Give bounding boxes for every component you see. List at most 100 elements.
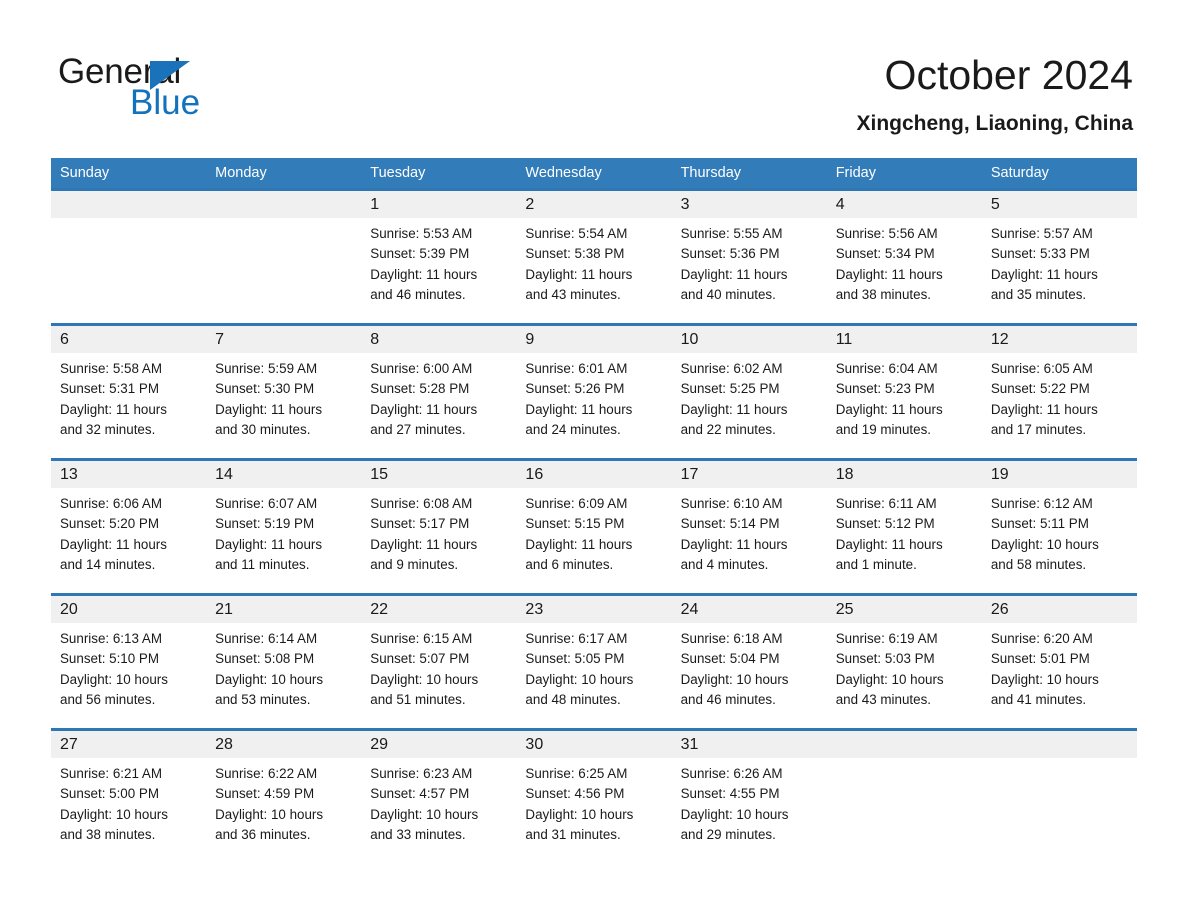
sunrise-line: Sunrise: 5:56 AM [835, 226, 938, 241]
day-cell[interactable] [826, 731, 982, 863]
day-details: Sunrise: 6:25 AM Sunset: 4:56 PM Dayligh… [516, 758, 671, 845]
day-cell[interactable]: 16 Sunrise: 6:09 AM Sunset: 5:15 PM Dayl… [516, 461, 672, 593]
daylight-line-2: and 38 minutes. [835, 286, 931, 302]
day-details: Sunrise: 6:02 AM Sunset: 5:25 PM Dayligh… [672, 353, 827, 440]
day-details: Sunrise: 6:06 AM Sunset: 5:20 PM Dayligh… [51, 488, 206, 575]
day-details: Sunrise: 6:01 AM Sunset: 5:26 PM Dayligh… [516, 353, 671, 440]
sunrise-line: Sunrise: 6:18 AM [680, 631, 783, 646]
sunrise-line: Sunrise: 5:59 AM [215, 361, 318, 376]
day-cell[interactable] [206, 191, 362, 323]
sunrise-line: Sunrise: 6:09 AM [525, 496, 628, 511]
day-details [827, 758, 982, 764]
daylight-line-1: Daylight: 11 hours [835, 266, 943, 282]
sunrise-line: Sunrise: 6:25 AM [525, 766, 628, 781]
day-cell[interactable]: 19 Sunrise: 6:12 AM Sunset: 5:11 PM Dayl… [981, 461, 1137, 593]
day-cell[interactable]: 21 Sunrise: 6:14 AM Sunset: 5:08 PM Dayl… [206, 596, 362, 728]
day-number: 15 [370, 466, 389, 483]
day-cell[interactable]: 12 Sunrise: 6:05 AM Sunset: 5:22 PM Dayl… [981, 326, 1137, 458]
daynum-band [361, 326, 517, 353]
sunrise-line: Sunrise: 6:05 AM [990, 361, 1093, 376]
day-details: Sunrise: 5:55 AM Sunset: 5:36 PM Dayligh… [672, 218, 827, 305]
daylight-line-1: Daylight: 11 hours [370, 266, 478, 282]
daynum-band [51, 191, 207, 218]
day-number: 25 [835, 601, 854, 618]
day-cell[interactable]: 20 Sunrise: 6:13 AM Sunset: 5:10 PM Dayl… [51, 596, 207, 728]
day-details: Sunrise: 6:23 AM Sunset: 4:57 PM Dayligh… [361, 758, 516, 845]
day-details: Sunrise: 6:04 AM Sunset: 5:23 PM Dayligh… [827, 353, 982, 440]
day-cell[interactable]: 4 Sunrise: 5:56 AM Sunset: 5:34 PM Dayli… [826, 191, 982, 323]
day-cell[interactable]: 17 Sunrise: 6:10 AM Sunset: 5:14 PM Dayl… [671, 461, 827, 593]
day-details: Sunrise: 6:00 AM Sunset: 5:28 PM Dayligh… [361, 353, 516, 440]
daylight-line-1: Daylight: 10 hours [680, 806, 789, 822]
sunrise-line: Sunrise: 6:26 AM [680, 766, 783, 781]
day-cell[interactable]: 9 Sunrise: 6:01 AM Sunset: 5:26 PM Dayli… [516, 326, 672, 458]
daylight-line-1: Daylight: 10 hours [835, 671, 944, 687]
daylight-line-1: Daylight: 11 hours [680, 266, 788, 282]
generalblue-logo[interactable]: General Blue [58, 52, 388, 138]
weekday-header-row: Sunday Monday Tuesday Wednesday Thursday… [51, 158, 1137, 188]
week-row: 20 Sunrise: 6:13 AM Sunset: 5:10 PM Dayl… [51, 593, 1137, 728]
day-cell[interactable]: 10 Sunrise: 6:02 AM Sunset: 5:25 PM Dayl… [671, 326, 827, 458]
day-cell[interactable]: 30 Sunrise: 6:25 AM Sunset: 4:56 PM Dayl… [516, 731, 672, 863]
day-cell[interactable]: 24 Sunrise: 6:18 AM Sunset: 5:04 PM Dayl… [671, 596, 827, 728]
weekday-header-sunday: Sunday [60, 165, 110, 181]
daylight-line-1: Daylight: 10 hours [215, 671, 324, 687]
day-cell[interactable]: 13 Sunrise: 6:06 AM Sunset: 5:20 PM Dayl… [51, 461, 207, 593]
sunset-line: Sunset: 5:31 PM [60, 381, 159, 397]
sunrise-line: Sunrise: 5:54 AM [525, 226, 628, 241]
day-cell[interactable]: 15 Sunrise: 6:08 AM Sunset: 5:17 PM Dayl… [361, 461, 517, 593]
day-cell[interactable]: 27 Sunrise: 6:21 AM Sunset: 5:00 PM Dayl… [51, 731, 207, 863]
day-cell[interactable]: 8 Sunrise: 6:00 AM Sunset: 5:28 PM Dayli… [361, 326, 517, 458]
day-number: 5 [990, 196, 1000, 213]
sunrise-line: Sunrise: 6:08 AM [370, 496, 473, 511]
day-cell[interactable]: 5 Sunrise: 5:57 AM Sunset: 5:33 PM Dayli… [981, 191, 1137, 323]
daylight-line-2: and 43 minutes. [835, 691, 931, 707]
daylight-line-2: and 51 minutes. [370, 691, 466, 707]
day-number: 1 [370, 196, 380, 213]
sunrise-line: Sunrise: 6:22 AM [215, 766, 318, 781]
sunset-line: Sunset: 5:10 PM [60, 651, 159, 667]
daylight-line-2: and 38 minutes. [60, 826, 156, 842]
day-details: Sunrise: 5:57 AM Sunset: 5:33 PM Dayligh… [982, 218, 1137, 305]
day-number: 27 [60, 736, 78, 753]
day-cell[interactable]: 22 Sunrise: 6:15 AM Sunset: 5:07 PM Dayl… [361, 596, 517, 728]
day-number: 12 [990, 331, 1009, 348]
daylight-line-1: Daylight: 10 hours [60, 671, 168, 687]
day-cell[interactable]: 1 Sunrise: 5:53 AM Sunset: 5:39 PM Dayli… [361, 191, 517, 323]
sunset-line: Sunset: 5:11 PM [990, 516, 1089, 532]
daylight-line-2: and 36 minutes. [215, 826, 311, 842]
sunrise-line: Sunrise: 6:19 AM [835, 631, 938, 646]
day-cell[interactable]: 14 Sunrise: 6:07 AM Sunset: 5:19 PM Dayl… [206, 461, 362, 593]
daylight-line-1: Daylight: 10 hours [370, 671, 479, 687]
sunset-line: Sunset: 5:34 PM [835, 246, 935, 262]
sunset-line: Sunset: 5:28 PM [370, 381, 470, 397]
day-cell[interactable]: 23 Sunrise: 6:17 AM Sunset: 5:05 PM Dayl… [516, 596, 672, 728]
day-cell[interactable]: 29 Sunrise: 6:23 AM Sunset: 4:57 PM Dayl… [361, 731, 517, 863]
day-cell[interactable]: 28 Sunrise: 6:22 AM Sunset: 4:59 PM Dayl… [206, 731, 362, 863]
day-cell[interactable]: 11 Sunrise: 6:04 AM Sunset: 5:23 PM Dayl… [826, 326, 982, 458]
day-number: 14 [215, 466, 233, 483]
day-cell[interactable]: 3 Sunrise: 5:55 AM Sunset: 5:36 PM Dayli… [671, 191, 827, 323]
day-number: 4 [835, 196, 845, 213]
day-cell[interactable] [981, 731, 1137, 863]
daylight-line-2: and 40 minutes. [680, 286, 776, 302]
day-cell[interactable]: 25 Sunrise: 6:19 AM Sunset: 5:03 PM Dayl… [826, 596, 982, 728]
day-details: Sunrise: 6:26 AM Sunset: 4:55 PM Dayligh… [672, 758, 827, 845]
daylight-line-2: and 46 minutes. [370, 286, 466, 302]
day-cell[interactable]: 31 Sunrise: 6:26 AM Sunset: 4:55 PM Dayl… [671, 731, 827, 863]
daylight-line-1: Daylight: 11 hours [60, 536, 167, 552]
day-cell[interactable]: 18 Sunrise: 6:11 AM Sunset: 5:12 PM Dayl… [826, 461, 982, 593]
day-cell[interactable]: 6 Sunrise: 5:58 AM Sunset: 5:31 PM Dayli… [51, 326, 207, 458]
sunrise-line: Sunrise: 6:10 AM [680, 496, 783, 511]
day-details: Sunrise: 6:12 AM Sunset: 5:11 PM Dayligh… [982, 488, 1137, 575]
sunset-line: Sunset: 5:22 PM [990, 381, 1090, 397]
sunset-line: Sunset: 5:33 PM [990, 246, 1090, 262]
day-cell[interactable]: 26 Sunrise: 6:20 AM Sunset: 5:01 PM Dayl… [981, 596, 1137, 728]
day-cell[interactable]: 7 Sunrise: 5:59 AM Sunset: 5:30 PM Dayli… [206, 326, 362, 458]
day-number: 10 [680, 331, 699, 348]
day-cell[interactable]: 2 Sunrise: 5:54 AM Sunset: 5:38 PM Dayli… [516, 191, 672, 323]
daylight-line-1: Daylight: 11 hours [680, 401, 788, 417]
day-cell[interactable] [51, 191, 207, 323]
sunset-line: Sunset: 5:17 PM [370, 516, 470, 532]
weekday-header-tuesday: Tuesday [370, 165, 426, 181]
